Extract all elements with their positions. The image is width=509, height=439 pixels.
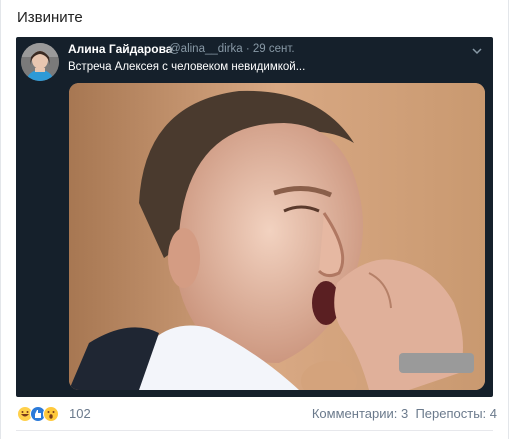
tweet-author-handle[interactable]: @alina__dirka · 29 сент.: [169, 43, 295, 55]
post-border-left: [0, 0, 1, 439]
post-stats: Комментарии: 3 Перепосты: 4: [312, 406, 497, 421]
comments-count-link[interactable]: Комментарии: 3: [312, 406, 408, 421]
post-text: Извините: [17, 9, 83, 26]
footer-divider: [16, 430, 493, 431]
wow-reaction-icon[interactable]: [43, 406, 59, 422]
chevron-down-icon[interactable]: [471, 43, 483, 55]
tweet-text: Встреча Алексея с человеком невидимкой..…: [68, 61, 306, 73]
embedded-tweet-image[interactable]: Алина Гайдарова @alina__dirka · 29 сент.…: [16, 37, 493, 397]
tweet-author-avatar[interactable]: [21, 43, 59, 81]
reactions-count[interactable]: 102: [69, 406, 91, 421]
post-footer: 102 Комментарии: 3 Перепосты: 4: [0, 400, 509, 430]
tweet-photo[interactable]: [69, 83, 485, 390]
tweet-author-name[interactable]: Алина Гайдарова: [68, 42, 172, 56]
shares-count-link[interactable]: Перепосты: 4: [415, 406, 497, 421]
